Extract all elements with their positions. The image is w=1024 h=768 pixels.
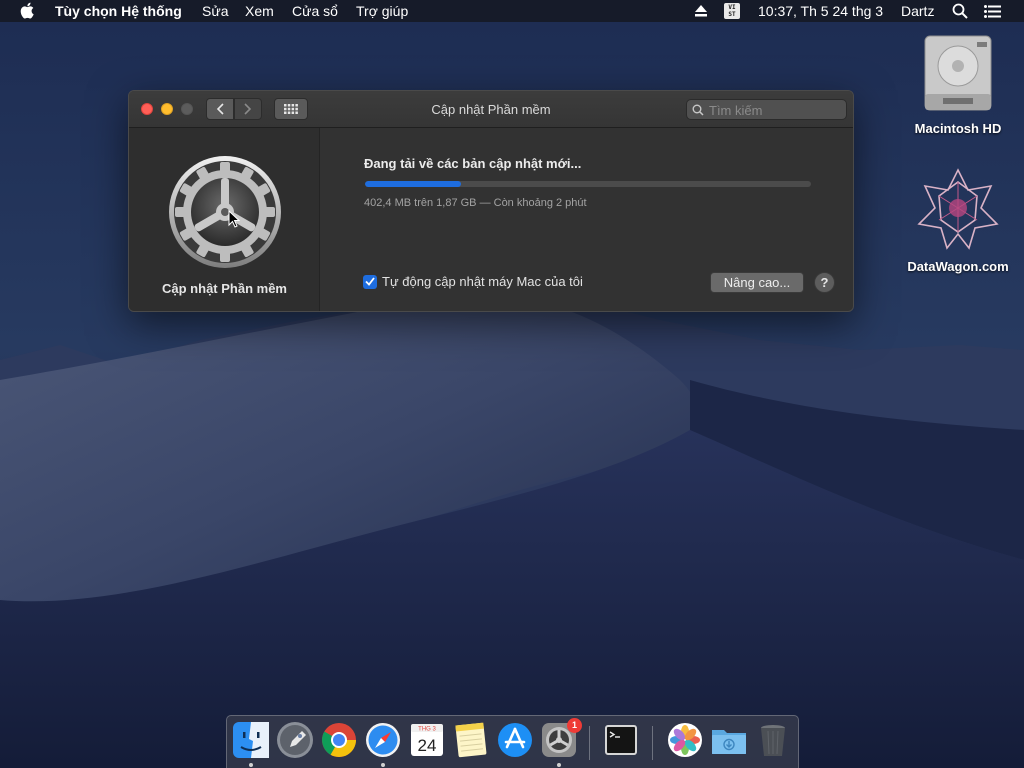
safari-icon [366, 723, 400, 757]
notification-badge: 1 [567, 718, 582, 733]
download-progress-bar [365, 181, 811, 187]
dock-system-preferences[interactable]: 1 [540, 718, 582, 767]
search-icon [692, 104, 704, 116]
notes-icon [455, 722, 487, 758]
desktop-icon-label: Macintosh HD [914, 121, 1002, 136]
dock-trash[interactable] [754, 721, 792, 761]
download-detail-text: 402,4 MB trên 1,87 GB — Còn khoảng 2 phú… [364, 197, 587, 209]
notification-center-icon[interactable] [984, 5, 1001, 18]
dock-downloads-folder[interactable] [710, 721, 748, 761]
running-indicator [249, 763, 253, 767]
auto-update-row: Tự động cập nhật máy Mac của tôi [363, 274, 583, 289]
dock-launchpad[interactable] [276, 721, 314, 761]
download-progress-fill [365, 181, 461, 187]
auto-update-checkbox[interactable] [363, 274, 377, 289]
dock-terminal[interactable] [602, 721, 640, 761]
dock: THG 3 24 1 [226, 715, 799, 768]
auto-update-label[interactable]: Tự động cập nhật máy Mac của tôi [382, 274, 583, 289]
mouse-cursor-icon [228, 210, 240, 228]
app-menu[interactable]: Tùy chọn Hệ thống [55, 3, 182, 19]
dock-separator [589, 726, 590, 760]
menu-bar: Tùy chọn Hệ thống Sửa Xem Cửa sổ Trợ giú… [0, 0, 1024, 22]
checkmark-icon [365, 277, 375, 286]
spotlight-search-icon[interactable] [952, 3, 968, 19]
chrome-icon [322, 723, 356, 757]
hard-drive-icon [924, 35, 992, 111]
calendar-month: THG 3 [418, 727, 436, 733]
desktop-icon-label: DataWagon.com [907, 259, 1009, 274]
help-button[interactable]: ? [814, 272, 835, 293]
input-source-icon[interactable]: VI ST [724, 3, 740, 19]
launchpad-icon [277, 722, 313, 758]
datawagon-logo-icon [917, 168, 999, 250]
download-status-text: Đang tải về các bản cập nhật mới... [364, 156, 582, 171]
desktop-icon-datawagon[interactable]: DataWagon.com [903, 168, 1013, 274]
terminal-icon [605, 725, 637, 755]
software-update-window: Cập nhật Phần mềm Tìm kiếm Cập nhật Phần… [128, 90, 854, 312]
dock-app-store[interactable] [496, 721, 534, 761]
menu-edit[interactable]: Sửa [202, 3, 229, 19]
update-content-area: Đang tải về các bản cập nhật mới... 402,… [320, 128, 853, 311]
running-indicator [557, 763, 561, 767]
photos-icon [668, 723, 702, 757]
dock-safari[interactable] [364, 721, 402, 767]
eject-icon[interactable] [695, 5, 707, 17]
search-input[interactable] [709, 101, 839, 119]
software-update-gear-icon [167, 154, 283, 270]
calendar-day: 24 [418, 736, 437, 755]
menu-help[interactable]: Trợ giúp [356, 3, 408, 19]
menu-view[interactable]: Xem [245, 3, 274, 19]
window-titlebar[interactable]: Cập nhật Phần mềm [129, 91, 853, 128]
dock-notes[interactable] [452, 721, 490, 761]
dock-chrome[interactable] [320, 721, 358, 761]
menubar-clock[interactable]: 10:37, Th 5 24 thg 3 [758, 3, 883, 19]
menubar-user[interactable]: Dartz [901, 3, 934, 19]
dock-calendar[interactable]: THG 3 24 [408, 721, 446, 761]
downloads-folder-icon [712, 730, 746, 754]
apple-logo-icon[interactable] [20, 2, 34, 19]
desktop-icon-macintosh-hd[interactable]: Macintosh HD [903, 34, 1013, 136]
calendar-icon: THG 3 24 [411, 724, 443, 756]
search-field[interactable] [686, 99, 847, 120]
preference-pane-sidebar: Cập nhật Phần mềm [129, 128, 320, 311]
finder-icon [233, 722, 269, 758]
menu-window[interactable]: Cửa sổ [292, 3, 338, 19]
dock-finder[interactable] [232, 721, 270, 767]
running-indicator [381, 763, 385, 767]
app-store-icon [498, 723, 532, 757]
trash-icon [761, 725, 785, 756]
dock-separator [652, 726, 653, 760]
pane-name-label: Cập nhật Phần mềm [162, 281, 287, 296]
dock-photos[interactable] [666, 721, 704, 761]
advanced-button[interactable]: Nâng cao... [710, 272, 804, 293]
